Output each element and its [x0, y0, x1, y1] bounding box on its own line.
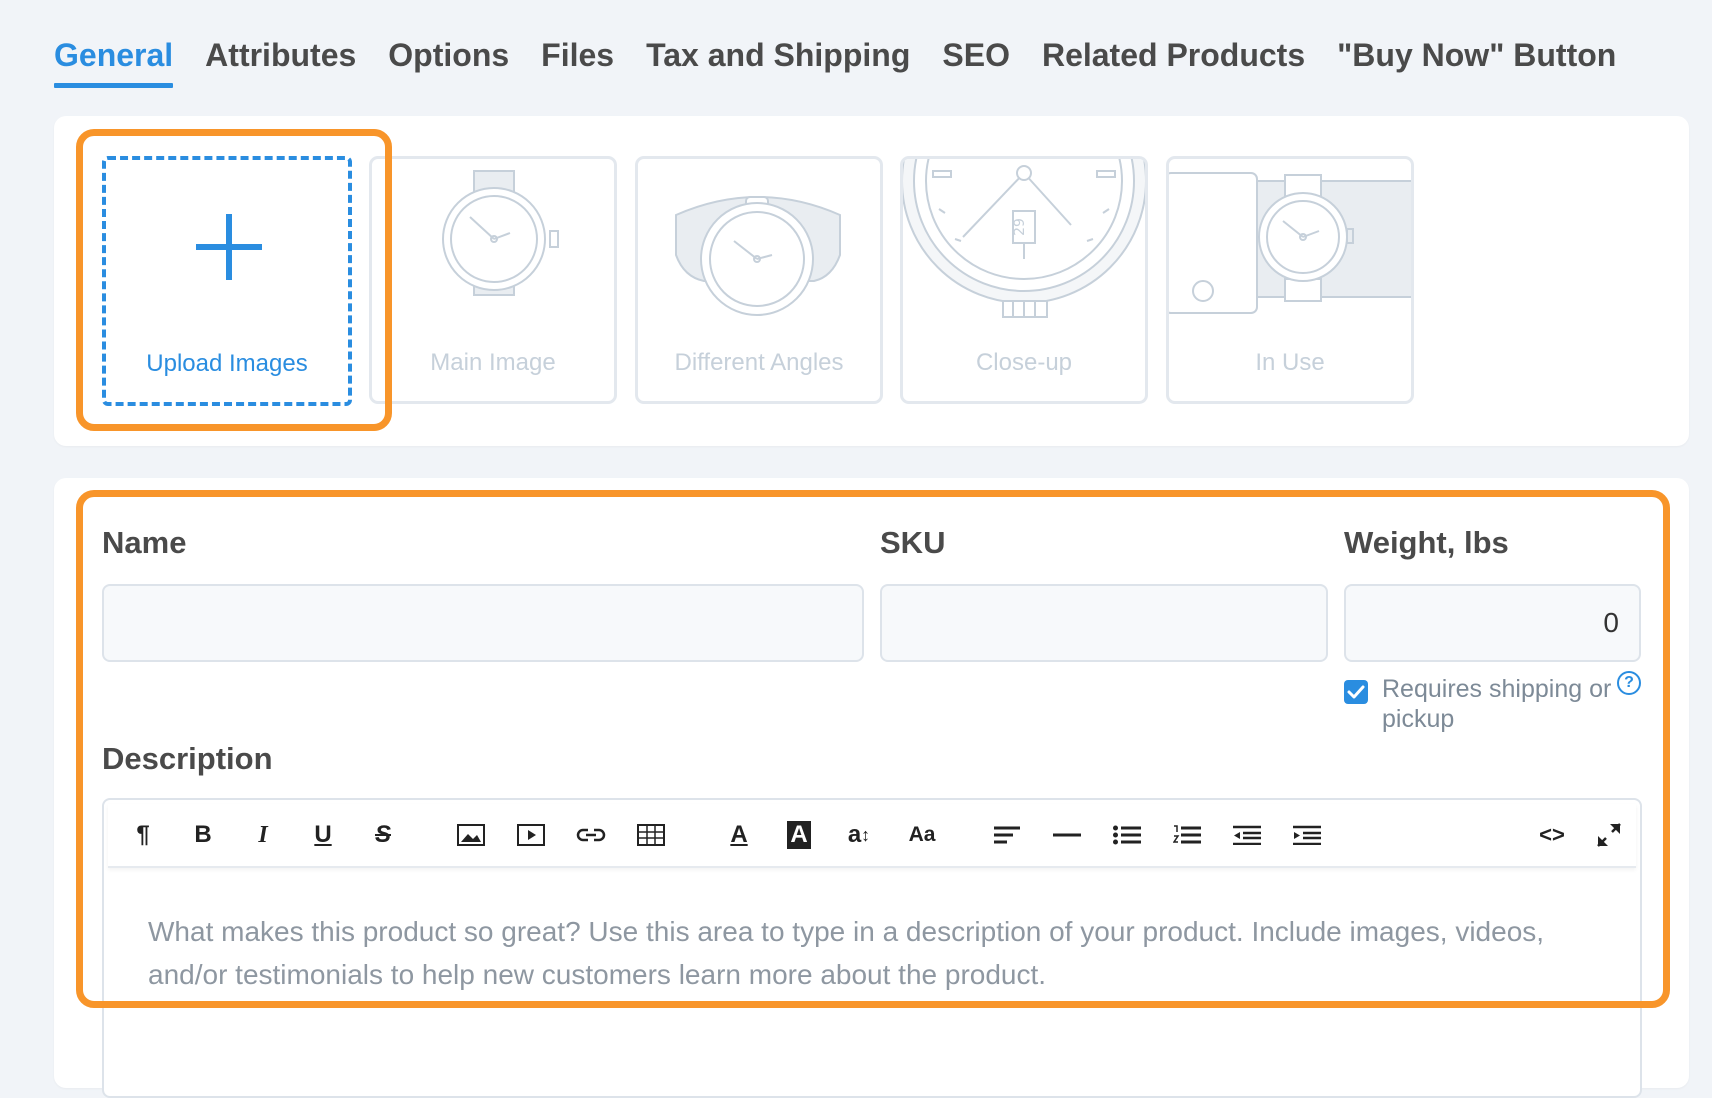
outdent-glyph	[1233, 825, 1261, 845]
text-transform-icon[interactable]: Aa	[902, 818, 942, 852]
fullscreen-glyph	[1597, 823, 1621, 847]
numbered-list-glyph	[1173, 825, 1201, 844]
requires-shipping-label: Requires shipping or pickup	[1382, 675, 1612, 733]
align-left-glyph	[994, 826, 1020, 844]
numbered-list-icon[interactable]	[1170, 818, 1204, 852]
tab-buy-now-button[interactable]: "Buy Now" Button	[1337, 30, 1616, 90]
name-input[interactable]	[102, 584, 864, 662]
bold-glyph: B	[194, 821, 212, 848]
weight-input[interactable]	[1344, 584, 1641, 662]
tab-tax-and-shipping[interactable]: Tax and Shipping	[646, 30, 910, 90]
different-angles-label: Different Angles	[674, 349, 844, 376]
upload-images-label: Upload Images	[146, 350, 308, 377]
underline-glyph: U	[314, 821, 332, 848]
tab-files[interactable]: Files	[541, 30, 614, 90]
font-size-glyph: a	[847, 821, 862, 848]
tab-attributes[interactable]: Attributes	[205, 30, 356, 90]
image-glyph	[457, 824, 485, 846]
background-color-glyph: A	[787, 821, 811, 849]
tab-general[interactable]: General	[54, 30, 174, 90]
link-glyph	[576, 828, 606, 842]
horizontal-rule-glyph	[1053, 833, 1081, 837]
font-size-arrows-glyph: ↕	[861, 824, 871, 845]
plus-icon	[196, 214, 262, 280]
font-color-glyph: A	[730, 821, 748, 848]
description-label: Description	[102, 741, 273, 776]
in-use-tile[interactable]: In Use	[1166, 156, 1414, 404]
close-up-label: Close-up	[975, 349, 1073, 376]
indent-icon[interactable]	[1290, 818, 1324, 852]
video-glyph	[517, 824, 545, 846]
code-view-icon[interactable]: <>	[1532, 818, 1572, 852]
bulleted-list-icon[interactable]	[1110, 818, 1144, 852]
checkmark-icon	[1347, 685, 1365, 699]
tab-seo[interactable]: SEO	[942, 30, 1010, 90]
table-glyph	[637, 824, 665, 846]
weight-label: Weight, lbs	[1344, 525, 1509, 560]
tab-related-products[interactable]: Related Products	[1042, 30, 1305, 90]
font-color-icon[interactable]: A	[722, 818, 756, 852]
bulleted-list-glyph	[1113, 825, 1141, 845]
tab-bar: General Attributes Options Files Tax and…	[54, 30, 1648, 90]
sku-input[interactable]	[880, 584, 1328, 662]
background-color-icon[interactable]: A	[782, 818, 816, 852]
description-placeholder[interactable]: What makes this product so great? Use th…	[148, 910, 1588, 996]
strikethrough-glyph: S	[374, 821, 391, 848]
main-image-tile[interactable]: Main Image	[369, 156, 617, 404]
upload-images-button[interactable]: Upload Images	[102, 156, 352, 406]
paragraph-glyph: ¶	[136, 821, 150, 848]
different-angles-tile[interactable]: Different Angles	[635, 156, 883, 404]
insert-table-icon[interactable]	[634, 818, 668, 852]
outdent-icon[interactable]	[1230, 818, 1264, 852]
indent-glyph	[1293, 825, 1321, 845]
horizontal-rule-icon[interactable]	[1050, 818, 1084, 852]
code-view-glyph: <>	[1539, 822, 1565, 847]
sku-label: SKU	[880, 525, 946, 560]
main-image-label: Main Image	[430, 349, 556, 376]
align-left-icon[interactable]	[990, 818, 1024, 852]
text-transform-glyph: Aa	[908, 823, 936, 846]
paragraph-icon[interactable]: ¶	[126, 818, 160, 852]
italic-icon[interactable]: I	[246, 818, 280, 852]
help-icon[interactable]: ?	[1617, 671, 1641, 695]
strikethrough-icon[interactable]: S	[366, 818, 400, 852]
in-use-label: In Use	[1255, 349, 1325, 376]
close-up-tile[interactable]: 29 Close-up	[900, 156, 1148, 404]
insert-video-icon[interactable]	[514, 818, 548, 852]
underline-icon[interactable]: U	[306, 818, 340, 852]
insert-link-icon[interactable]	[574, 818, 608, 852]
editor-toolbar: ¶ B I U S A A a ↕ Aa <>	[108, 804, 1636, 868]
fullscreen-icon[interactable]	[1592, 818, 1626, 852]
closeup-date-text: 29	[1012, 218, 1028, 236]
name-label: Name	[102, 525, 187, 560]
bold-icon[interactable]: B	[186, 818, 220, 852]
font-size-icon[interactable]: a ↕	[842, 818, 876, 852]
insert-image-icon[interactable]	[454, 818, 488, 852]
requires-shipping-checkbox[interactable]	[1344, 680, 1368, 704]
italic-glyph: I	[258, 821, 268, 848]
tab-options[interactable]: Options	[388, 30, 509, 90]
description-editor: ¶ B I U S A A a ↕ Aa <> What makes this …	[102, 798, 1642, 1098]
